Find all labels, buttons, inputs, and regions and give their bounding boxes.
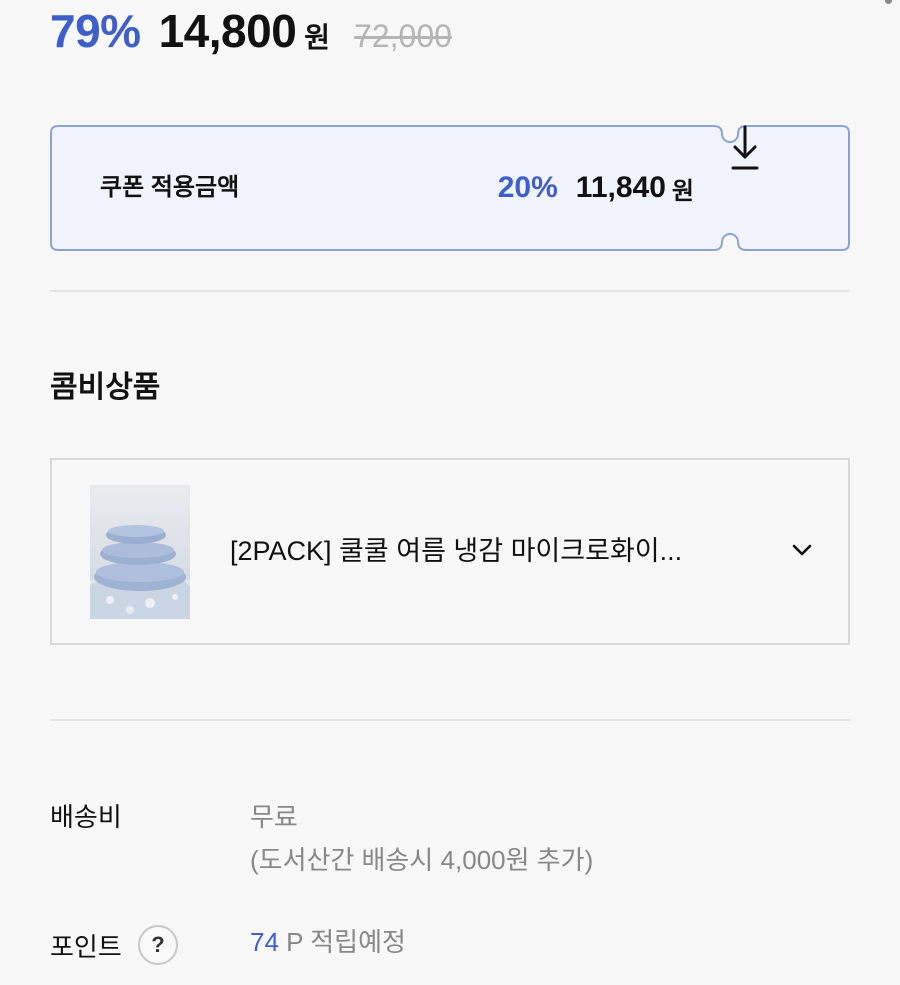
download-arrow-icon (731, 125, 759, 170)
help-icon[interactable]: ? (138, 925, 178, 965)
scroll-indicator (885, 0, 892, 4)
chevron-down-icon (788, 536, 816, 564)
section-divider (50, 290, 850, 292)
product-thumbnail (90, 485, 190, 619)
sale-price-currency: 원 (304, 22, 331, 53)
help-symbol: ? (151, 932, 165, 957)
shipping-value: 무료 (250, 802, 298, 832)
coupon-rate: 20% (497, 171, 558, 204)
points-label: 포인트 (50, 932, 122, 962)
coupon-label: 쿠폰 적용금액 (100, 174, 240, 201)
shipping-label: 배송비 (50, 802, 122, 832)
discount-rate: 79% (50, 5, 141, 57)
coupon-banner: 쿠폰 적용금액 20% 11,840 원 (50, 125, 850, 251)
combo-product-name: [2PACK] 쿨쿨 여름 냉감 마이크로화이... (230, 536, 683, 566)
combo-product-select[interactable]: [2PACK] 쿨쿨 여름 냉감 마이크로화이... (50, 458, 850, 645)
combo-section-title: 콤비상품 (50, 371, 161, 404)
points-amount: 74 (250, 927, 279, 957)
coupon-price: 20% 11,840 원 (498, 125, 694, 251)
shipping-note: (도서산간 배송시 4,000원 추가) (250, 845, 594, 875)
points-suffix: P 적립예정 (278, 927, 406, 957)
coupon-download-button[interactable] (730, 125, 850, 251)
coupon-amount: 11,840 (575, 171, 666, 204)
price-row: 79% 14,800 원 72,000 (50, 4, 452, 64)
pillow-stack-image (90, 485, 190, 619)
sale-price: 14,800 (158, 5, 297, 57)
points-value: 74 P 적립예정 (250, 922, 406, 959)
section-divider (50, 719, 850, 721)
coupon-currency: 원 (671, 177, 694, 205)
original-price: 72,000 (354, 18, 452, 54)
